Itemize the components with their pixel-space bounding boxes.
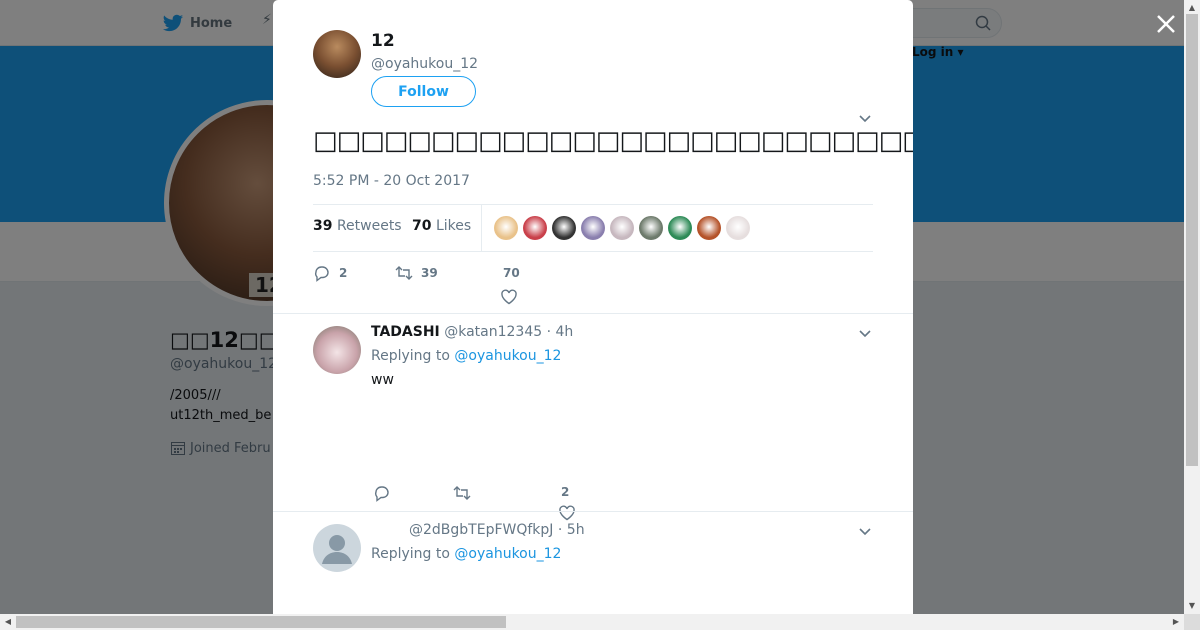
replying-to: Replying to @oyahukou_12 <box>371 348 561 364</box>
liker-avatar[interactable] <box>639 216 663 240</box>
close-icon[interactable] <box>1154 12 1178 36</box>
liker-avatars <box>494 216 750 240</box>
liker-avatar[interactable] <box>523 216 547 240</box>
author-avatar[interactable] <box>313 30 361 78</box>
tweet-text: □□□□□□□□□□□□□□□□□□□□□□□□□□□□□□□□□□□□□□□□… <box>313 126 913 156</box>
reply-author-handle[interactable]: @katan12345 <box>444 324 542 340</box>
liker-avatar[interactable] <box>610 216 634 240</box>
tweet-actions: 2 39 70 <box>313 262 873 305</box>
retweets-stat[interactable]: 39 Retweets <box>313 218 402 234</box>
replying-prefix: Replying to <box>371 348 450 364</box>
liker-avatar[interactable] <box>581 216 605 240</box>
liker-avatar[interactable] <box>668 216 692 240</box>
scroll-left-arrow-icon[interactable]: ◀ <box>0 614 16 630</box>
retweet-count: 39 <box>421 266 438 280</box>
default-avatar[interactable] <box>313 524 361 572</box>
likes-label: Likes <box>435 218 472 234</box>
like-count-label: 70 <box>503 266 520 280</box>
replying-to-link[interactable]: @oyahukou_12 <box>454 348 561 364</box>
follow-button[interactable]: Follow <box>371 76 476 107</box>
author-handle[interactable]: @oyahukou_12 <box>371 56 478 72</box>
reply-author-name[interactable]: TADASHI <box>371 324 440 340</box>
replying-to: Replying to @oyahukou_12 <box>371 546 561 562</box>
vertical-scroll-thumb[interactable] <box>1186 14 1198 466</box>
reply-tweet[interactable]: @2dBgbTEpFWQfkpJ · 5h Replying to @oyahu… <box>273 512 913 614</box>
tweet-modal: 12 @oyahukou_12 Follow □□□□□□□□□□□□□□□□□… <box>273 0 913 614</box>
likes-stat[interactable]: 70 Likes <box>412 218 471 234</box>
retweet-icon[interactable] <box>453 484 471 502</box>
horizontal-scrollbar[interactable]: ◀ ▶ <box>0 614 1184 630</box>
stats-divider <box>481 205 482 251</box>
reply-count: 2 <box>339 266 348 280</box>
reply-tweet[interactable]: TADASHI @katan12345 · 4h Replying to @oy… <box>273 314 913 521</box>
reply-text: ww <box>371 372 394 388</box>
reply-icon[interactable] <box>373 484 391 502</box>
horizontal-scroll-thumb[interactable] <box>16 616 506 628</box>
liker-avatar[interactable] <box>494 216 518 240</box>
scrollbar-corner <box>1184 614 1200 630</box>
retweets-count: 39 <box>313 218 333 234</box>
replying-prefix: Replying to <box>371 546 450 562</box>
replying-to-link[interactable]: @oyahukou_12 <box>454 546 561 562</box>
heart-icon[interactable] <box>500 288 518 306</box>
scroll-down-arrow-icon[interactable]: ▼ <box>1184 598 1200 614</box>
reply-time[interactable]: · 4h <box>547 324 574 340</box>
liker-avatar[interactable] <box>726 216 750 240</box>
retweet-action[interactable]: 39 <box>395 264 438 282</box>
chevron-down-icon[interactable] <box>858 113 872 123</box>
tweet-timestamp[interactable]: 5:52 PM - 20 Oct 2017 <box>313 173 470 189</box>
vertical-scrollbar[interactable]: ▲ ▼ <box>1184 0 1200 614</box>
likes-count: 70 <box>412 218 432 234</box>
like-count: 70 <box>503 266 520 280</box>
chevron-down-icon[interactable] <box>858 328 872 338</box>
retweets-label: Retweets <box>336 218 402 234</box>
liker-avatar[interactable] <box>697 216 721 240</box>
retweet-icon <box>395 266 413 280</box>
reply-time[interactable]: · 5h <box>558 522 585 538</box>
reply-author-handle[interactable]: @2dBgbTEpFWQfkpJ <box>409 522 553 538</box>
reply-like-count: 2 <box>561 485 570 499</box>
liker-avatar[interactable] <box>552 216 576 240</box>
reply-avatar[interactable] <box>313 326 361 374</box>
author-name[interactable]: 12 <box>371 31 395 51</box>
scroll-right-arrow-icon[interactable]: ▶ <box>1168 614 1184 630</box>
reply-action[interactable]: 2 <box>313 264 347 282</box>
chevron-down-icon[interactable] <box>858 526 872 536</box>
default-user-icon <box>322 535 352 564</box>
tweet-stats: 39 Retweets 70 Likes <box>313 204 873 252</box>
reply-icon <box>315 266 329 282</box>
